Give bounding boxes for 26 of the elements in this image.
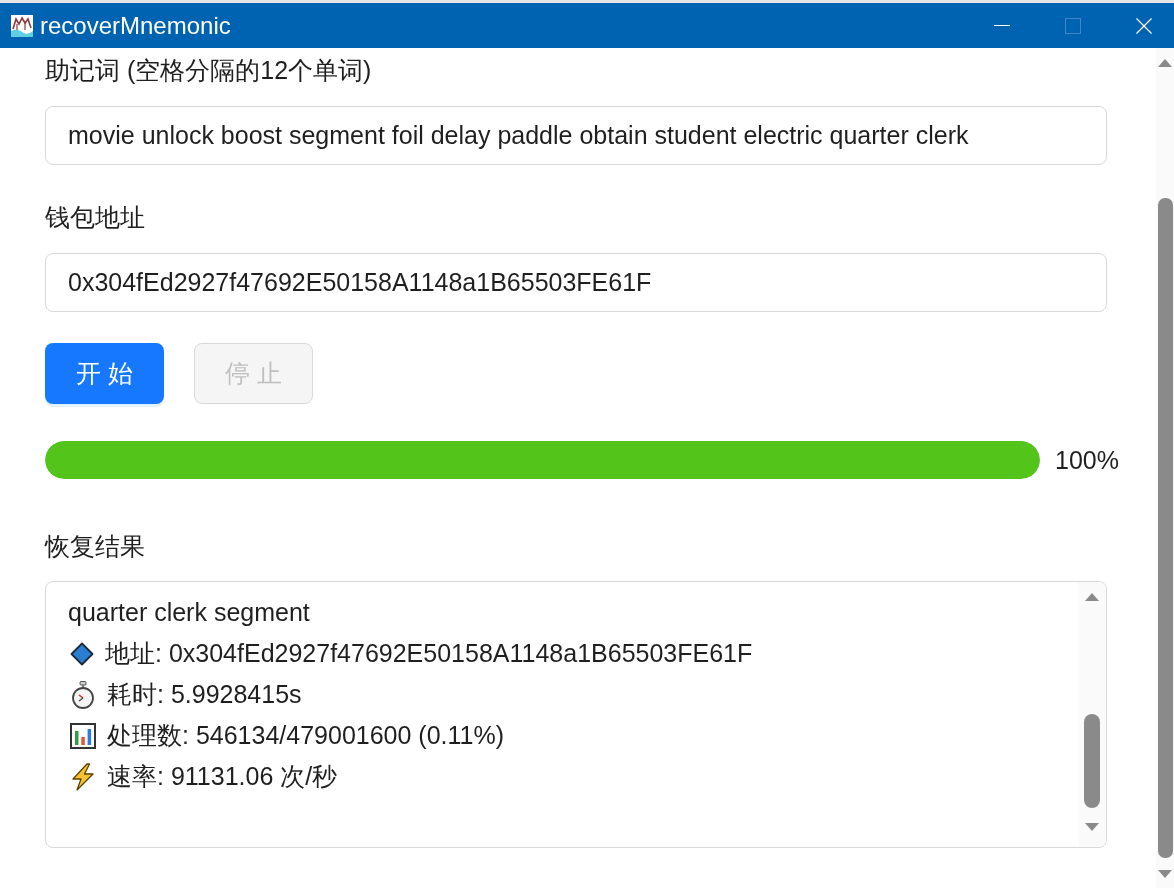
- field-label: 恢复结果: [45, 531, 145, 561]
- results-box[interactable]: quarter clerk segment 地址: 0x304fEd2927f47692E50158A1148a1B65503FE61F 耗时: 5.9928415s 处理数: 546134/479001600 (0.11%) 速率: 91131.06 次/秒: [45, 581, 1107, 848]
- scrollbar-thumb[interactable]: [1084, 714, 1100, 808]
- result-line: 地址: 0x304fEd2927f47692E50158A1148a1B65503FE61F: [105, 638, 753, 669]
- bar-chart-icon: [70, 722, 96, 749]
- address-input[interactable]: 0x304fEd2927f47692E50158A1148a1B65503FE61F: [45, 253, 1107, 312]
- close-icon[interactable]: [1136, 17, 1152, 34]
- result-line: quarter clerk segment: [68, 598, 310, 627]
- progress-percent: 100%: [1055, 445, 1119, 475]
- up-arrow-icon[interactable]: [1158, 59, 1172, 67]
- mnemonic-input[interactable]: movie unlock boost segment foil delay paddle obtain student electric quarter clerk: [45, 106, 1107, 165]
- field-label: 钱包地址: [45, 202, 145, 232]
- start-button[interactable]: 开 始: [45, 343, 164, 404]
- up-arrow-icon[interactable]: [1085, 593, 1099, 601]
- down-arrow-icon[interactable]: [1085, 823, 1099, 831]
- app-icon: [11, 14, 33, 37]
- scrollbar-thumb[interactable]: [1157, 198, 1173, 858]
- stopwatch-icon: [70, 680, 96, 709]
- window-title: recoverMnemonic: [40, 11, 231, 40]
- diamond-icon: [70, 641, 94, 666]
- result-line: 处理数: 546134/479001600 (0.11%): [107, 720, 505, 751]
- field-label: 助记词 (空格分隔的12个单词): [45, 55, 372, 85]
- result-line: 耗时: 5.9928415s: [107, 679, 302, 710]
- lightning-icon: [70, 762, 96, 791]
- down-arrow-icon[interactable]: [1158, 870, 1172, 878]
- result-line: 速率: 91131.06 次/秒: [107, 761, 338, 792]
